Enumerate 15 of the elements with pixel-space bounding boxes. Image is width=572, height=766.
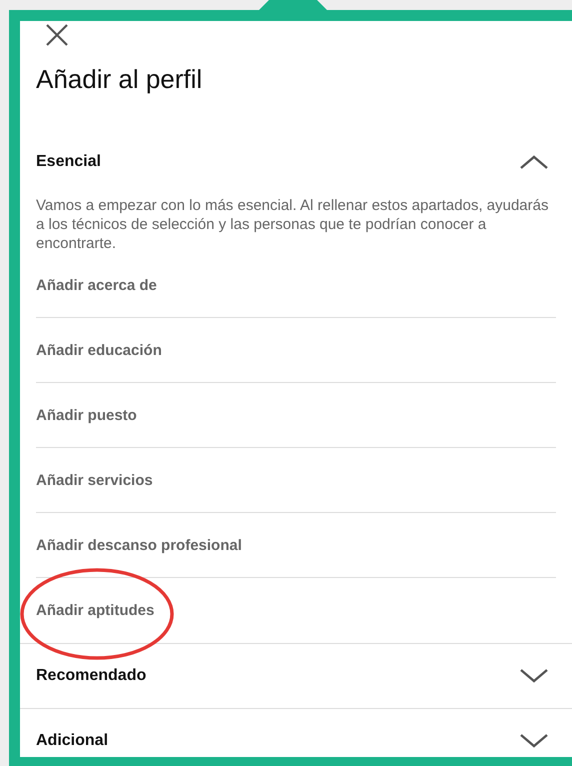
section-description: Vamos a empezar con lo más esencial. Al rellenar estos apartados, ayudarás a los técnicos de selección y las personas que te podrían conocer a encontrarte. [36, 196, 550, 253]
add-section-link[interactable]: Añadir acerca de [36, 276, 157, 294]
add-section-link[interactable]: Añadir descanso profesional [36, 536, 242, 554]
section-header[interactable]: Esencial [20, 97, 572, 194]
close-icon [45, 23, 69, 47]
add-section-link[interactable]: Añadir educación [36, 342, 162, 358]
add-section-link[interactable]: Añadir puesto [36, 406, 137, 424]
add-section-link[interactable]: Añadir servicios [36, 472, 153, 488]
section-header[interactable]: Recomendado [20, 644, 572, 708]
add-section-link[interactable]: Añadir aptitudes [36, 602, 154, 618]
page-title: Añadir al perfil [36, 63, 204, 96]
chevron-down-icon [519, 733, 549, 749]
chevron-up-icon [519, 154, 549, 170]
chevron-down-icon [519, 668, 549, 684]
section-header[interactable]: Adicional [20, 709, 572, 757]
